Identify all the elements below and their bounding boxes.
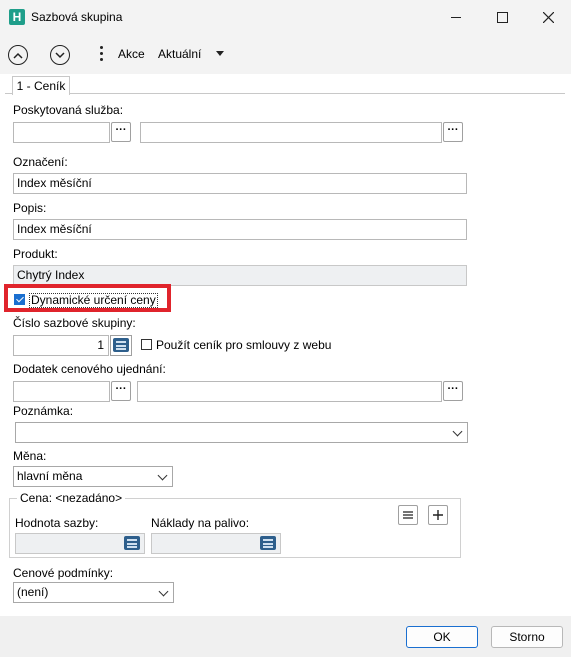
calculator-icon[interactable]: [260, 536, 276, 550]
dodatek-browse-button[interactable]: ···: [111, 381, 131, 401]
app-icon: H: [9, 9, 25, 25]
chevron-down-icon: [55, 51, 65, 58]
plus-icon: [433, 510, 443, 520]
calculator-button[interactable]: [110, 335, 132, 356]
akce-menu[interactable]: Akce: [118, 47, 145, 61]
dynamicke-urceni-checkbox[interactable]: [14, 294, 25, 305]
cenove-podminky-value: (není): [17, 585, 49, 599]
dialog-footer: [0, 616, 571, 657]
chevron-down-icon: [452, 426, 463, 437]
mena-select[interactable]: hlavní měna: [13, 466, 173, 487]
poskytovana-sluzba-name-input[interactable]: [140, 122, 442, 143]
previous-record-button[interactable]: [8, 45, 28, 65]
poskytovana-sluzba-browse-button[interactable]: ···: [111, 122, 131, 142]
cena-status: <nezadáno>: [55, 491, 123, 505]
dynamicke-urceni-label[interactable]: Dynamické určení ceny: [29, 293, 158, 308]
minimize-button[interactable]: [433, 0, 479, 34]
poznamka-select[interactable]: [15, 422, 468, 443]
poznamka-label: Poznámka:: [13, 404, 74, 418]
poskytovana-sluzba-code-input[interactable]: [13, 122, 110, 143]
dodatek-name-input[interactable]: [137, 381, 442, 402]
cislo-sazbove-skupiny-input[interactable]: 1: [13, 335, 109, 356]
cenove-podminky-label: Cenové podmínky:: [13, 566, 114, 580]
pouzit-cenik-label[interactable]: Použít ceník pro smlouvy z webu: [156, 338, 331, 352]
poskytovana-sluzba-label: Poskytovaná služba:: [13, 103, 124, 117]
produkt-input[interactable]: Chytrý Index: [13, 265, 467, 286]
oznaceni-label: Označení:: [13, 155, 68, 169]
oznaceni-input[interactable]: Index měsíční: [13, 173, 467, 194]
mena-label: Měna:: [13, 449, 47, 463]
cena-label: Cena:: [20, 491, 53, 505]
calculator-icon[interactable]: [124, 536, 140, 550]
add-button[interactable]: [428, 505, 448, 525]
minimize-icon: [451, 16, 461, 18]
chevron-up-icon: [13, 52, 23, 59]
maximize-button[interactable]: [479, 0, 525, 34]
toolbar: [0, 34, 571, 74]
ok-button[interactable]: OK: [406, 626, 478, 648]
cislo-sazbove-skupiny-label: Číslo sazbové skupiny:: [13, 316, 136, 330]
cenove-podminky-select[interactable]: (není): [13, 582, 174, 603]
aktualni-menu[interactable]: Aktuální: [158, 47, 201, 61]
close-button[interactable]: [525, 0, 571, 34]
close-icon: [542, 11, 554, 23]
dodatek-label: Dodatek cenového ujednání:: [13, 362, 166, 376]
maximize-icon: [496, 11, 508, 23]
chevron-down-icon: [158, 586, 169, 597]
hodnota-sazby-label: Hodnota sazby:: [15, 516, 99, 530]
cena-group-title: Cena: <nezadáno>: [17, 491, 126, 505]
more-vertical-icon[interactable]: [100, 46, 103, 62]
caret-down-icon[interactable]: [216, 51, 224, 56]
window-title: Sazbová skupina: [31, 10, 123, 24]
poskytovana-sluzba-browse2-button[interactable]: ···: [443, 122, 463, 142]
chevron-down-icon: [157, 470, 168, 481]
tab-cenik[interactable]: 1 - Ceník: [12, 76, 70, 95]
dodatek-browse2-button[interactable]: ···: [443, 381, 463, 401]
list-button[interactable]: [398, 505, 418, 525]
mena-value: hlavní měna: [17, 469, 83, 483]
calculator-icon: [113, 338, 129, 352]
menu-icon: [403, 511, 413, 519]
pouzit-cenik-checkbox[interactable]: [141, 339, 152, 350]
dodatek-code-input[interactable]: [13, 381, 110, 402]
produkt-label: Produkt:: [13, 247, 58, 261]
popis-label: Popis:: [13, 201, 47, 215]
next-record-button[interactable]: [50, 45, 70, 65]
popis-input[interactable]: Index měsíční: [13, 219, 467, 240]
naklady-na-palivo-label: Náklady na palivo:: [151, 516, 250, 530]
storno-button[interactable]: Storno: [491, 626, 563, 648]
